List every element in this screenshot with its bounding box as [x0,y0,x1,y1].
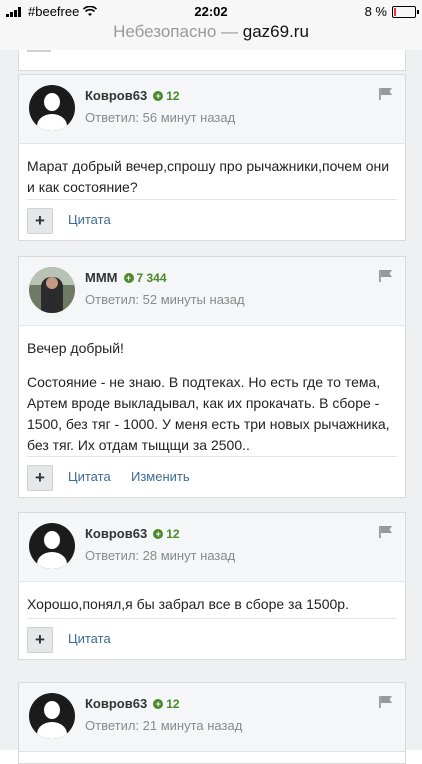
post-actions: + Цитата [27,618,397,659]
post-paragraph: Состояние - не знаю. В подтеках. Но есть… [27,374,390,453]
page-domain: gaz69.ru [242,22,309,41]
post-header: Ковров63 +12 Ответил: 28 минут назад [19,513,405,582]
post-content: Марат добрый вечер,спрошу про рычажники,… [19,144,405,198]
insecure-warning: Небезопасно — [113,22,239,41]
author-name[interactable]: Ковров63 [85,526,147,541]
forum-post: MMM +7 344 Ответил: 52 минуты назад Вече… [18,256,406,498]
post-header: MMM +7 344 Ответил: 52 минуты назад [19,257,405,326]
forum-post: Ковров63 +12 Ответил: 56 минут назад Мар… [18,74,406,241]
reputation-badge: +7 344 [123,271,167,285]
author-name[interactable]: MMM [85,270,118,285]
author-name[interactable]: Ковров63 [85,696,147,711]
post-content: Вечер добрый! Состояние - не знаю. В под… [19,326,405,456]
clock: 22:02 [194,4,228,19]
report-flag-icon[interactable] [379,270,393,282]
status-right: 8 % [364,4,419,19]
post-actions: + Цитата [27,199,397,240]
post-paragraph: Хорошо,понял,я бы забрал все в сборе за … [27,596,349,612]
post-time: Ответил: 28 минут назад [85,548,236,563]
previous-post-edge [18,50,406,71]
plus-circle-icon: + [153,90,164,101]
report-flag-icon[interactable] [379,526,393,538]
report-flag-icon[interactable] [379,88,393,100]
multi-quote-button[interactable]: + [27,627,53,653]
plus-circle-icon: + [153,698,164,709]
post-time: Ответил: 52 минуты назад [85,292,245,307]
author-name[interactable]: Ковров63 [85,88,147,103]
quote-link[interactable]: Цитата [68,469,111,484]
avatar[interactable] [29,693,75,739]
avatar[interactable] [29,85,75,131]
reputation-badge: +12 [153,697,180,711]
forum-page: Ковров63 +12 Ответил: 56 минут назад Мар… [0,50,422,764]
multi-quote-button[interactable]: + [27,465,53,491]
post-time: Ответил: 21 минута назад [85,718,243,733]
plus-circle-icon: + [153,528,164,539]
reputation-badge: +12 [153,89,180,103]
edit-link[interactable]: Изменить [131,469,190,484]
avatar[interactable] [29,523,75,569]
post-header: Ковров63 +12 Ответил: 56 минут назад [19,75,405,144]
address-bar[interactable]: Небезопасно — gaz69.ru [0,22,422,50]
status-bar: #beefree 22:02 8 % [0,0,422,22]
multi-quote-button[interactable]: + [27,208,53,234]
plus-circle-icon: + [123,272,134,283]
quote-link[interactable]: Цитата [68,631,111,646]
post-paragraph: Марат добрый вечер,спрошу про рычажники,… [27,158,390,195]
forum-post: Ковров63 +12 Ответил: 21 минута назад [18,682,406,764]
reputation-badge: +12 [153,527,180,541]
post-content: Хорошо,понял,я бы забрал все в сборе за … [19,582,405,615]
post-time: Ответил: 56 минут назад [85,110,236,125]
post-paragraph: Вечер добрый! [27,340,124,356]
battery-icon [392,5,419,18]
quote-link[interactable]: Цитата [68,212,111,227]
report-flag-icon[interactable] [379,696,393,708]
battery-percent: 8 % [364,4,387,19]
post-header: Ковров63 +12 Ответил: 21 минута назад [19,683,405,752]
forum-post: Ковров63 +12 Ответил: 28 минут назад Хор… [18,512,406,660]
post-actions: + Цитата Изменить [27,456,397,497]
avatar[interactable] [29,267,75,313]
